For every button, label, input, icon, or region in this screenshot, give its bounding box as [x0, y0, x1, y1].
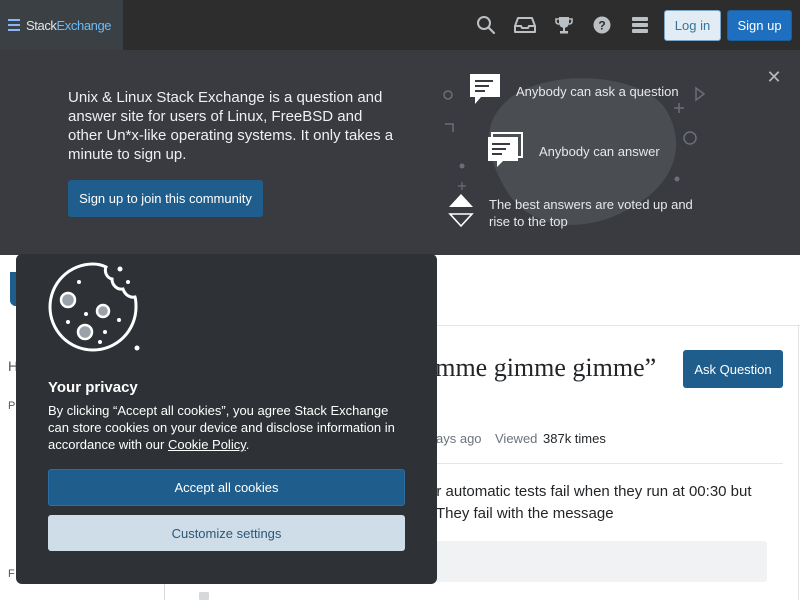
feature-ask: Anybody can ask a question [516, 84, 679, 99]
asked-date: ays ago [436, 431, 482, 446]
search-icon[interactable] [475, 14, 497, 36]
svg-text:?: ? [598, 19, 605, 33]
vote-arrows-icon [448, 194, 474, 228]
join-community-button[interactable]: Sign up to join this community [68, 180, 263, 217]
stack-exchange-logo[interactable]: StackExchange [0, 0, 123, 50]
help-icon[interactable]: ? [591, 14, 613, 36]
code-block [436, 541, 767, 582]
cookie-consent-dialog: Your privacy By clicking “Accept all coo… [16, 254, 437, 584]
question-bubble-icon [470, 74, 500, 104]
left-nav-fragment-p: P [8, 400, 16, 412]
inbox-icon[interactable] [514, 14, 536, 36]
answer-bubble-icon [488, 132, 523, 167]
question-title[interactable]: imme gimme gimme” [428, 353, 656, 383]
banner-description: Unix & Linux Stack Exchange is a questio… [68, 89, 394, 163]
cookie-icon [48, 262, 140, 352]
view-count: 387k times [543, 431, 606, 446]
accept-all-cookies-button[interactable]: Accept all cookies [48, 469, 405, 506]
content-right-border [798, 325, 799, 600]
cookie-policy-link[interactable]: Cookie Policy [168, 437, 246, 452]
question-divider [436, 463, 783, 464]
login-button[interactable]: Log in [664, 10, 721, 41]
signup-button[interactable]: Sign up [727, 10, 792, 41]
ask-question-button[interactable]: Ask Question [683, 350, 783, 388]
community-banner: Unix & Linux Stack Exchange is a questio… [0, 50, 800, 255]
brand-name: StackExchange [26, 17, 112, 33]
achievements-icon[interactable] [553, 14, 575, 36]
stack-exchange-icon [8, 19, 20, 31]
privacy-title: Your privacy [48, 379, 138, 396]
privacy-text: By clicking “Accept all cookies”, you ag… [48, 403, 395, 452]
feature-vote: The best answers are voted up and rise t… [489, 197, 693, 229]
left-nav-fragment-f: F [8, 568, 15, 580]
content-top-border [436, 325, 800, 326]
question-body-line-2: They fail with the message [436, 505, 614, 522]
close-icon[interactable]: ✕ [764, 67, 784, 87]
site-switcher-icon[interactable] [629, 14, 651, 36]
feature-answer: Anybody can answer [539, 144, 660, 159]
bookmark-icon[interactable] [199, 592, 209, 600]
question-body: ur automatic tests fail when they run at… [428, 481, 778, 525]
top-bar: StackExchange ? Log in Sign up [0, 0, 800, 50]
customize-settings-button[interactable]: Customize settings [48, 515, 405, 551]
question-body-line-1: ur automatic tests fail when they run at… [428, 483, 752, 500]
viewed-label: Viewed [495, 431, 538, 446]
